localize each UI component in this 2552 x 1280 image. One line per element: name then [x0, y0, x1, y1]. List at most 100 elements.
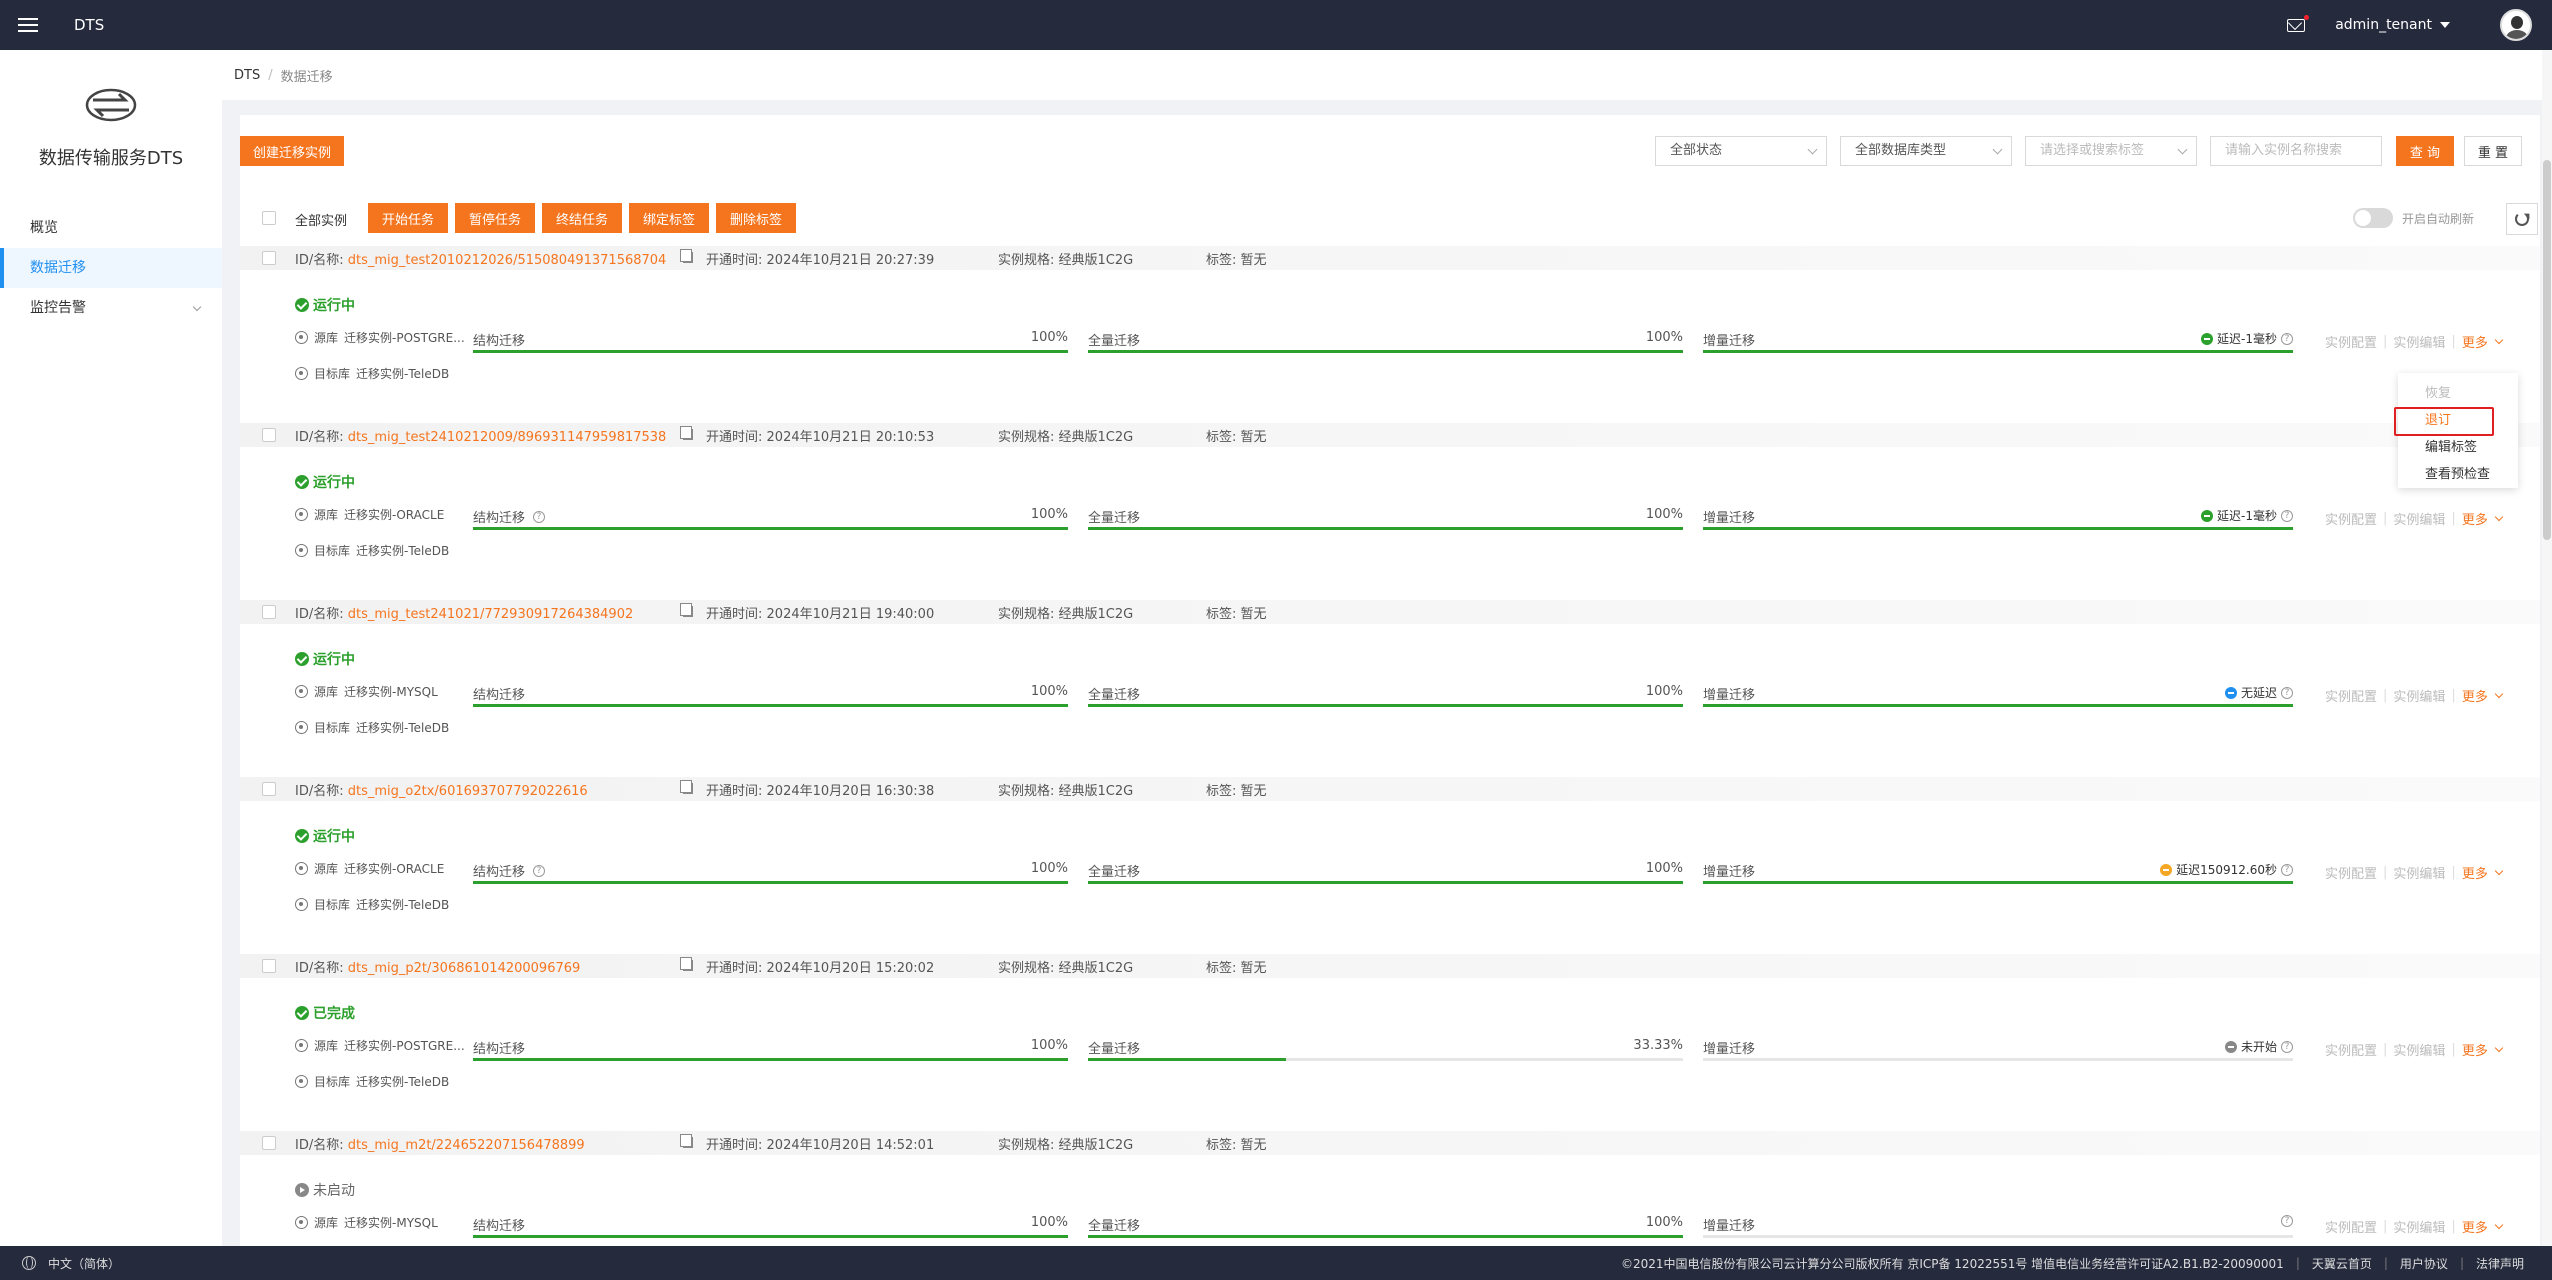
instance-id-link[interactable]: dts_mig_test2010212026/51508049137156870…: [348, 253, 667, 268]
tag-label: 标签:: [1206, 429, 1237, 445]
status-text: 未启动: [313, 1183, 355, 1199]
create-instance-button[interactable]: 创建迁移实例: [240, 136, 344, 166]
instance-tag: 标签: 暂无: [1206, 603, 1267, 622]
progress-track: [473, 350, 1068, 353]
dbtype-filter-select[interactable]: 全部数据库类型: [1840, 136, 2012, 166]
search-input[interactable]: 请输入实例名称搜索: [2210, 136, 2382, 166]
more-label: 更多: [2461, 513, 2488, 528]
sidebar-item-data-migration[interactable]: 数据迁移: [0, 248, 222, 288]
instance-checkbox[interactable]: [262, 959, 276, 973]
target-name: 迁移实例-TeleDB: [356, 1075, 450, 1089]
more-button[interactable]: 更多: [2462, 1217, 2504, 1236]
copyright-text: ©2021中国电信股份有限公司云计算分公司版权所有 京ICP备 12022551…: [1620, 1256, 2284, 1271]
bind-tag-button[interactable]: 绑定标签: [629, 203, 709, 233]
copy-icon[interactable]: [680, 426, 693, 440]
instance-id-link[interactable]: dts_mig_o2tx/601693707792022616: [348, 784, 588, 799]
help-icon[interactable]: ?: [2281, 509, 2293, 522]
status-filter-select[interactable]: 全部状态: [1655, 136, 1827, 166]
chevron-down-icon: [2494, 1043, 2504, 1053]
instance-id-link[interactable]: dts_mig_m2t/224652207156478899: [348, 1138, 585, 1153]
stage-full: 全量迁移 33.33%: [1088, 1038, 1683, 1062]
more-label: 更多: [2461, 1044, 2488, 1059]
latency-text: 未开始: [2240, 1040, 2277, 1054]
query-button[interactable]: 查 询: [2396, 136, 2454, 166]
more-button[interactable]: 更多: [2462, 332, 2504, 351]
instance-card: ID/名称: dts_mig_test2410212009/8969311479…: [240, 423, 2540, 600]
help-icon[interactable]: ?: [2281, 1040, 2293, 1053]
copy-icon[interactable]: [680, 249, 693, 263]
menu-item-edit-tags[interactable]: 编辑标签: [2398, 434, 2518, 461]
target-label: 目标库: [314, 898, 351, 912]
stage-struct: 结构迁移 100%: [473, 1215, 1068, 1239]
auto-refresh-toggle[interactable]: [2353, 208, 2393, 228]
progress-track: [1088, 1058, 1683, 1061]
chevron-down-icon: [2494, 512, 2504, 522]
terminate-task-button[interactable]: 终结任务: [542, 203, 622, 233]
refresh-button[interactable]: [2506, 203, 2538, 235]
scrollbar-thumb[interactable]: [2543, 160, 2551, 540]
more-button[interactable]: 更多: [2461, 509, 2504, 528]
created-time: 开通时间: 2024年10月21日 19:40:00: [706, 603, 934, 622]
scrollbar[interactable]: [2542, 50, 2552, 1246]
instance-checkbox[interactable]: [262, 1136, 276, 1150]
select-all-checkbox[interactable]: [262, 211, 276, 225]
footer-link-agreement[interactable]: 用户协议: [2400, 1255, 2448, 1272]
stage-incr: 增量迁移 延迟-1毫秒?: [1703, 330, 2293, 354]
stage-full-percent: 100%: [1645, 861, 1683, 876]
time-label: 开通时间:: [706, 960, 763, 976]
sidebar-item-monitoring[interactable]: 监控告警: [0, 288, 222, 328]
delete-tag-button[interactable]: 删除标签: [716, 203, 796, 233]
copy-icon[interactable]: [680, 1134, 693, 1148]
latency-status-icon: [2224, 1040, 2237, 1053]
language-switch[interactable]: 中文（简体）: [48, 1255, 120, 1272]
instance-checkbox[interactable]: [262, 251, 276, 265]
user-menu[interactable]: admin_tenant: [2335, 17, 2450, 33]
mail-icon[interactable]: [2287, 14, 2310, 32]
instance-id-link[interactable]: dts_mig_test2410212009/89693114795981753…: [348, 430, 667, 445]
stage-struct-label-wrap: 结构迁移: [473, 1215, 525, 1234]
help-icon[interactable]: ?: [533, 510, 546, 523]
copy-icon[interactable]: [680, 603, 693, 617]
status-icon: [295, 1183, 309, 1197]
progress-track: [473, 1235, 1068, 1238]
chevron-down-icon: [1992, 144, 2003, 155]
progress-track: [1088, 881, 1683, 884]
reset-button[interactable]: 重 置: [2464, 136, 2522, 166]
progress-track: [1703, 881, 2293, 884]
start-task-button[interactable]: 开始任务: [368, 203, 448, 233]
menu-item-unsubscribe[interactable]: 退订: [2394, 407, 2518, 436]
stage-full-label: 全量迁移: [1088, 865, 1141, 880]
help-icon[interactable]: ?: [2281, 332, 2293, 345]
help-icon[interactable]: ?: [533, 864, 546, 877]
footer-link-legal[interactable]: 法律声明: [2476, 1255, 2524, 1272]
tag-filter-select[interactable]: 请选择或搜索标签: [2025, 136, 2197, 166]
more-button[interactable]: 更多: [2462, 686, 2504, 705]
stage-full-percent: 100%: [1645, 1215, 1683, 1230]
instance-id-link[interactable]: dts_mig_p2t/306861014200096769: [348, 961, 581, 976]
instance-checkbox[interactable]: [262, 605, 276, 619]
instance-checkbox[interactable]: [262, 782, 276, 796]
instance-checkbox[interactable]: [262, 428, 276, 442]
pause-task-button[interactable]: 暂停任务: [455, 203, 535, 233]
tag-label: 标签:: [1206, 783, 1237, 799]
status-badge: 运行中: [295, 649, 355, 669]
footer-link-home[interactable]: 天翼云首页: [2312, 1255, 2372, 1272]
avatar[interactable]: [2500, 9, 2532, 41]
progress-fill: [1703, 704, 2293, 707]
copy-icon[interactable]: [680, 780, 693, 794]
time-value: 2024年10月21日 20:27:39: [766, 252, 935, 268]
copy-icon[interactable]: [680, 957, 693, 971]
stage-struct-label: 结构迁移: [473, 865, 526, 880]
menu-item-view-precheck[interactable]: 查看预检查: [2398, 461, 2518, 488]
refresh-icon: [2515, 212, 2529, 226]
more-button[interactable]: 更多: [2461, 1040, 2504, 1059]
menu-icon[interactable]: [0, 0, 56, 50]
help-icon[interactable]: ?: [2281, 686, 2293, 699]
breadcrumb: DTS / 数据迁移: [222, 50, 2552, 100]
help-icon[interactable]: ?: [2281, 1215, 2293, 1227]
instance-id-link[interactable]: dts_mig_test241021/772930917264384902: [348, 607, 634, 622]
breadcrumb-root[interactable]: DTS: [234, 68, 260, 83]
help-icon[interactable]: ?: [2281, 863, 2293, 876]
more-button[interactable]: 更多: [2462, 863, 2504, 882]
sidebar-item-overview[interactable]: 概览: [0, 208, 222, 248]
